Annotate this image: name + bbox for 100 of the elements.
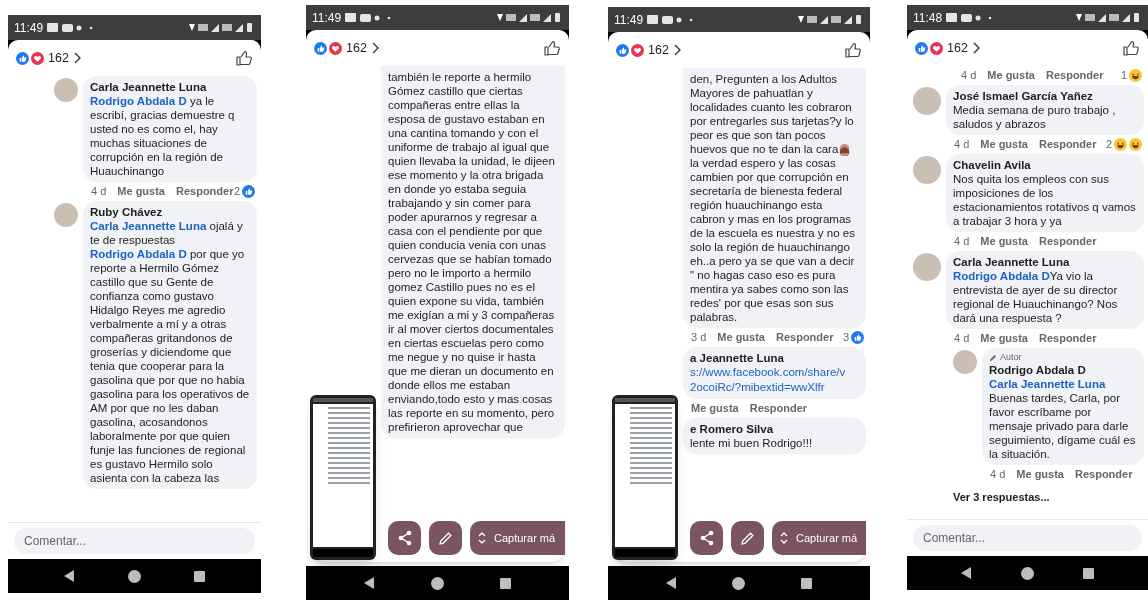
reaction-total[interactable]: 162 [648,40,669,60]
pencil-icon [740,530,755,546]
commenter-name[interactable]: Carla Jeannette Luna [953,255,1070,269]
thumbs-up-icon[interactable] [1122,39,1140,57]
heart-reaction-icon [930,41,943,55]
comment-age: 4 d [91,185,107,198]
like-link[interactable]: Me gusta [980,138,1028,151]
thumbs-up-icon[interactable] [844,41,862,59]
reaction-count: 2 [233,185,240,198]
comment-age: 3 d [691,331,707,345]
home-icon[interactable] [128,569,141,583]
thumbs-up-icon[interactable] [235,49,253,67]
like-link[interactable]: Me gusta [987,69,1035,82]
reply-link[interactable]: Responder [749,402,808,416]
facepalm-emoji-icon [838,143,852,157]
pencil-icon [438,530,453,546]
reaction-count: 2 [1105,138,1112,151]
home-icon[interactable] [1021,566,1034,580]
like-reaction-icon [915,41,928,55]
commenter-name[interactable]: José Ismael García Yañez [953,89,1093,103]
reply-link[interactable]: Responder [1075,468,1133,481]
like-link[interactable]: Me gusta [717,331,765,345]
recents-icon[interactable] [500,577,511,589]
recents-icon[interactable] [193,570,205,582]
commenter-name[interactable]: e Romero Silva [690,422,774,437]
pencil-icon [989,353,997,362]
reaction-total[interactable]: 162 [346,38,367,58]
edit-button[interactable] [429,521,462,555]
chevron-right-icon[interactable] [673,44,681,56]
comment-text: lente mi buen Rodrigo!!! [690,436,814,451]
like-link[interactable]: Me gusta [691,402,739,416]
comment-text: Media semana de puro trabajo , saludos y abrazos [953,103,1117,131]
capture-more-button[interactable]: Capturar má [772,521,866,555]
capture-more-button[interactable]: Capturar má [470,521,565,555]
comment-text: den, Pregunten a los Adultos Mayores de pahuatlan y localidades cuanto les cobraron por entregarles sus tarjetas?y lo peor es que son tan pocos huevos que no te dan la cara la verdad espero y las cosas cambien por que corrupción en secretaría de bienesta federal región huauchinango esta cabron y mas en los programas de la escuela es nuestra y no es solo la región de huauchinango eh..a pero ya se que van a decir " no hagas caso eso es pura mentira ya sabes como son las redes' por que esas son sus palabras. [690,72,856,325]
back-icon[interactable] [665,577,677,589]
commenter-name[interactable]: Chavelin Avila [953,158,1031,172]
screenshot-thumbnail[interactable] [612,395,678,560]
reaction-total[interactable]: 162 [48,48,69,68]
reply-link[interactable]: Responder [1046,69,1104,82]
commenter-name[interactable]: Ruby Chávez [90,205,163,219]
back-icon[interactable] [364,577,375,589]
chevron-right-icon[interactable] [371,42,379,54]
comment-age: 4 d [961,69,977,82]
comment-age: 4 d [990,468,1006,481]
reply-link[interactable]: Responder [176,185,234,198]
reply-link[interactable]: Responder [1039,138,1097,151]
heart-reaction-icon [329,41,342,55]
status-time: 11:49 [614,11,644,29]
screenshot-thumbnail[interactable] [310,395,376,560]
more-replies-link[interactable]: Ver 3 respuestas... [953,491,1050,503]
commenter-name[interactable]: Rodrigo Abdala D [989,363,1086,377]
mention-link[interactable]: Rodrigo Abdala D [90,248,187,260]
commenter-name[interactable]: Carla Jeannette Luna [90,80,207,94]
mention-link[interactable]: Rodrigo Abdala D [90,95,187,107]
mention-link[interactable]: Rodrigo Abdala D [953,270,1050,282]
expand-arrows-icon [478,531,486,545]
recents-icon[interactable] [1082,567,1094,579]
like-link[interactable]: Me gusta [117,185,165,198]
reaction-count: 3 [842,331,849,345]
comment-text: también le reporte a hermilo Gómez castillo que ciertas compañeras entre ellas la esposa de gustavo estaban en una cantina tomando y con el uniforme de trabajo al igual que quien llevaba la unidad, le dijeen ese momento y la otra brigada en donde yo estaba seguia trabajando y sin comer para poder apurarnos y regresar a casa con el pendiente por que quien conducia venia con unas cervezas que se habían tomado pero no le importo a hermilo gomez Castillo pues no es el quien expone su vida, también me exigían a mi y 3 compañeras ir al mover ciertos documentales en ciertas escuelas pero como me negue y no quise ir hasta que me dieran un documento en donde ellos me estaban enviando,todo esto y mas cosas las reporte en su momento, pero prefirieron aprovechar que [388,70,556,434]
comment-text: Rodrigo Abdala D ya le escribí, gracias demuestre q usted no es como el, hay muchas situaciones de corrupción en la región de Huauchinango [90,94,236,178]
like-reaction-icon [616,43,629,57]
comment-text: Carla Jeannette Luna ojalá y te de respuestas Rodrigo Abdala D por que yo reporte a Hermilo Gómez castillo que su Gente de confianza como gustavo Hidalgo Reyes me agredio verbalmente a mí y a otras compañeras gritandonos de groserías y diciendome que tenia que cooperar para la gasolina que por que no habia gasolina para los operativos de AM por que no les daban gasolina, acosandonos laboralmente por que quien funje las funciones de regional es gustavo Hermilo solo asienta con la cabeza las [90,219,250,485]
expand-arrows-icon [780,531,788,545]
share-icon [396,530,413,546]
comment-input[interactable]: Comentar... [14,528,255,554]
reply-link[interactable]: Responder [1039,332,1097,345]
comment-text: Nos quita los empleos con sus imposiciones de los estacionamientos rotativos q vamos a trabajar 3 hora y ya [953,172,1137,228]
reaction-total[interactable]: 162 [947,38,968,58]
share-button[interactable] [690,521,723,555]
chevron-right-icon[interactable] [972,42,980,54]
heart-reaction-icon [631,43,644,57]
edit-button[interactable] [731,521,764,555]
url-link[interactable]: s://www.facebook.com/share/v [690,365,846,381]
mention-link[interactable]: Carla Jeannette Luna [90,220,207,232]
mention-link[interactable]: Carla Jeannette Luna [989,378,1106,390]
home-icon[interactable] [732,576,746,590]
like-link[interactable]: Me gusta [980,332,1028,345]
like-link[interactable]: Me gusta [980,235,1028,248]
back-icon[interactable] [64,570,76,582]
comment-text: Carla Jeannette Luna Buenas tardes, Carla, por favor escríbame por mensaje privado para darle seguimiento, dígame cuál es la situación. [989,377,1137,461]
chevron-right-icon[interactable] [73,52,81,64]
share-icon [698,530,715,546]
recents-icon[interactable] [801,577,813,589]
home-icon[interactable] [431,576,444,590]
like-link[interactable]: Me gusta [1016,468,1064,481]
reply-link[interactable]: Responder [1039,235,1097,248]
share-button[interactable] [388,521,421,555]
comment-age: 4 d [954,235,970,248]
reply-link[interactable]: Responder [776,331,834,345]
status-time: 11:49 [14,19,44,37]
comment-text: Rodrigo Abdala DYa vio la entrevista de ayer de su director regional de Huauchinango? Nos dará una respuesta ? [953,269,1119,325]
back-icon[interactable] [961,567,973,579]
commenter-name[interactable]: a Jeannette Luna [690,351,784,366]
like-reaction-icon [16,51,29,65]
url-link[interactable]: 2ocoiRc/?mibextid=wwXlfr [690,380,825,396]
status-time: 11:48 [913,9,943,27]
thumbs-up-icon[interactable] [543,39,561,57]
comment-input[interactable]: Comentar... [913,525,1142,551]
